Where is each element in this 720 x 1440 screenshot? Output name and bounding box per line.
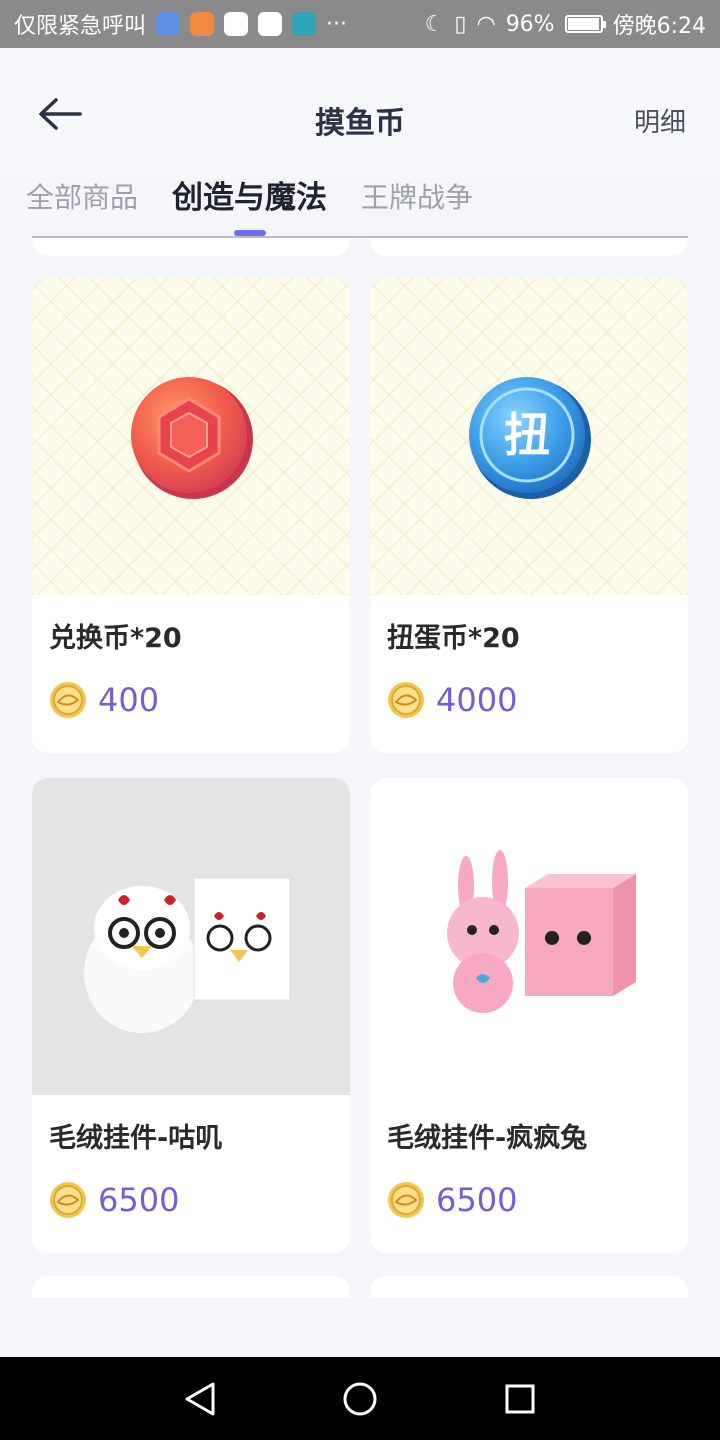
product-card[interactable]: 毛绒挂件-疯疯兔 6500 [370, 778, 688, 1253]
header: 摸鱼币 明细 [0, 48, 720, 178]
product-price: 6500 [98, 1181, 180, 1219]
product-card-partial[interactable] [32, 1276, 350, 1298]
home-circle-icon [343, 1382, 377, 1415]
product-card-partial[interactable] [370, 1276, 688, 1298]
white-chick-plush-image [32, 778, 350, 1095]
product-name: 兑换币*20 [49, 623, 182, 654]
tab-ace-war[interactable]: 王牌战争 [361, 170, 473, 216]
product-name: 扭蛋币*20 [387, 623, 520, 654]
nav-recents-button[interactable] [500, 1379, 540, 1419]
product-name: 毛绒挂件-咕叽 [49, 1123, 223, 1154]
product-price: 6500 [436, 1181, 518, 1219]
system-nav-bar [0, 1357, 720, 1440]
back-triangle-icon [185, 1382, 215, 1415]
vibrate-icon: ▯ [454, 11, 467, 37]
detail-button[interactable]: 明细 [634, 102, 686, 139]
fish-coin-icon [50, 682, 86, 718]
moon-icon: ☾ [424, 11, 445, 37]
carrier-text: 仅限紧急呼叫 [14, 14, 147, 39]
product-card-partial[interactable] [370, 238, 688, 256]
red-gem-coin-image [32, 278, 350, 595]
status-bar: 仅限紧急呼叫 ··· ☾ ▯ ◠ 96% 傍晚6:24 [0, 0, 720, 48]
tab-creation-magic[interactable]: 创造与魔法 [172, 170, 327, 217]
battery-icon [564, 15, 606, 33]
fish-coin-icon [50, 1182, 86, 1218]
product-card[interactable]: 兑换币*20 400 [32, 278, 350, 753]
page-title: 摸鱼币 [315, 106, 405, 141]
more-notifications-icon: ··· [326, 11, 347, 37]
coin-character: 扭 [504, 408, 550, 462]
pink-rabbit-plush-image [370, 778, 688, 1095]
product-name: 毛绒挂件-疯疯兔 [387, 1123, 588, 1154]
fish-coin-icon [388, 1182, 424, 1218]
product-price: 4000 [436, 681, 518, 719]
recents-square-icon [505, 1384, 535, 1413]
price-row: 400 [48, 680, 159, 720]
price-row: 4000 [386, 680, 517, 720]
clock: 傍晚6:24 [612, 14, 706, 39]
blue-gacha-coin-image: 扭 [370, 278, 688, 595]
product-price: 400 [98, 681, 160, 719]
app-icon-2 [190, 12, 215, 36]
nav-home-button[interactable] [340, 1379, 380, 1419]
app-icon-5 [292, 12, 317, 36]
price-row: 6500 [48, 1180, 179, 1220]
app-icon-4 [258, 12, 283, 36]
fish-coin-icon [388, 682, 424, 718]
wifi-icon: ◠ [476, 11, 496, 37]
nav-back-button[interactable] [180, 1379, 220, 1419]
product-card-partial[interactable] [32, 238, 350, 256]
price-row: 6500 [386, 1180, 517, 1220]
qq-icon [224, 12, 249, 36]
product-card[interactable]: 扭 扭蛋币*20 4000 [370, 278, 688, 753]
product-grid: 兑换币*20 400 扭 扭蛋币*20 4000 毛绒挂件-咕叽 6500 毛绒… [0, 238, 720, 1298]
product-card[interactable]: 毛绒挂件-咕叽 6500 [32, 778, 350, 1253]
battery-percent: 96% [505, 11, 555, 37]
app-icon-1 [156, 12, 181, 36]
tab-all-products[interactable]: 全部商品 [26, 170, 138, 216]
